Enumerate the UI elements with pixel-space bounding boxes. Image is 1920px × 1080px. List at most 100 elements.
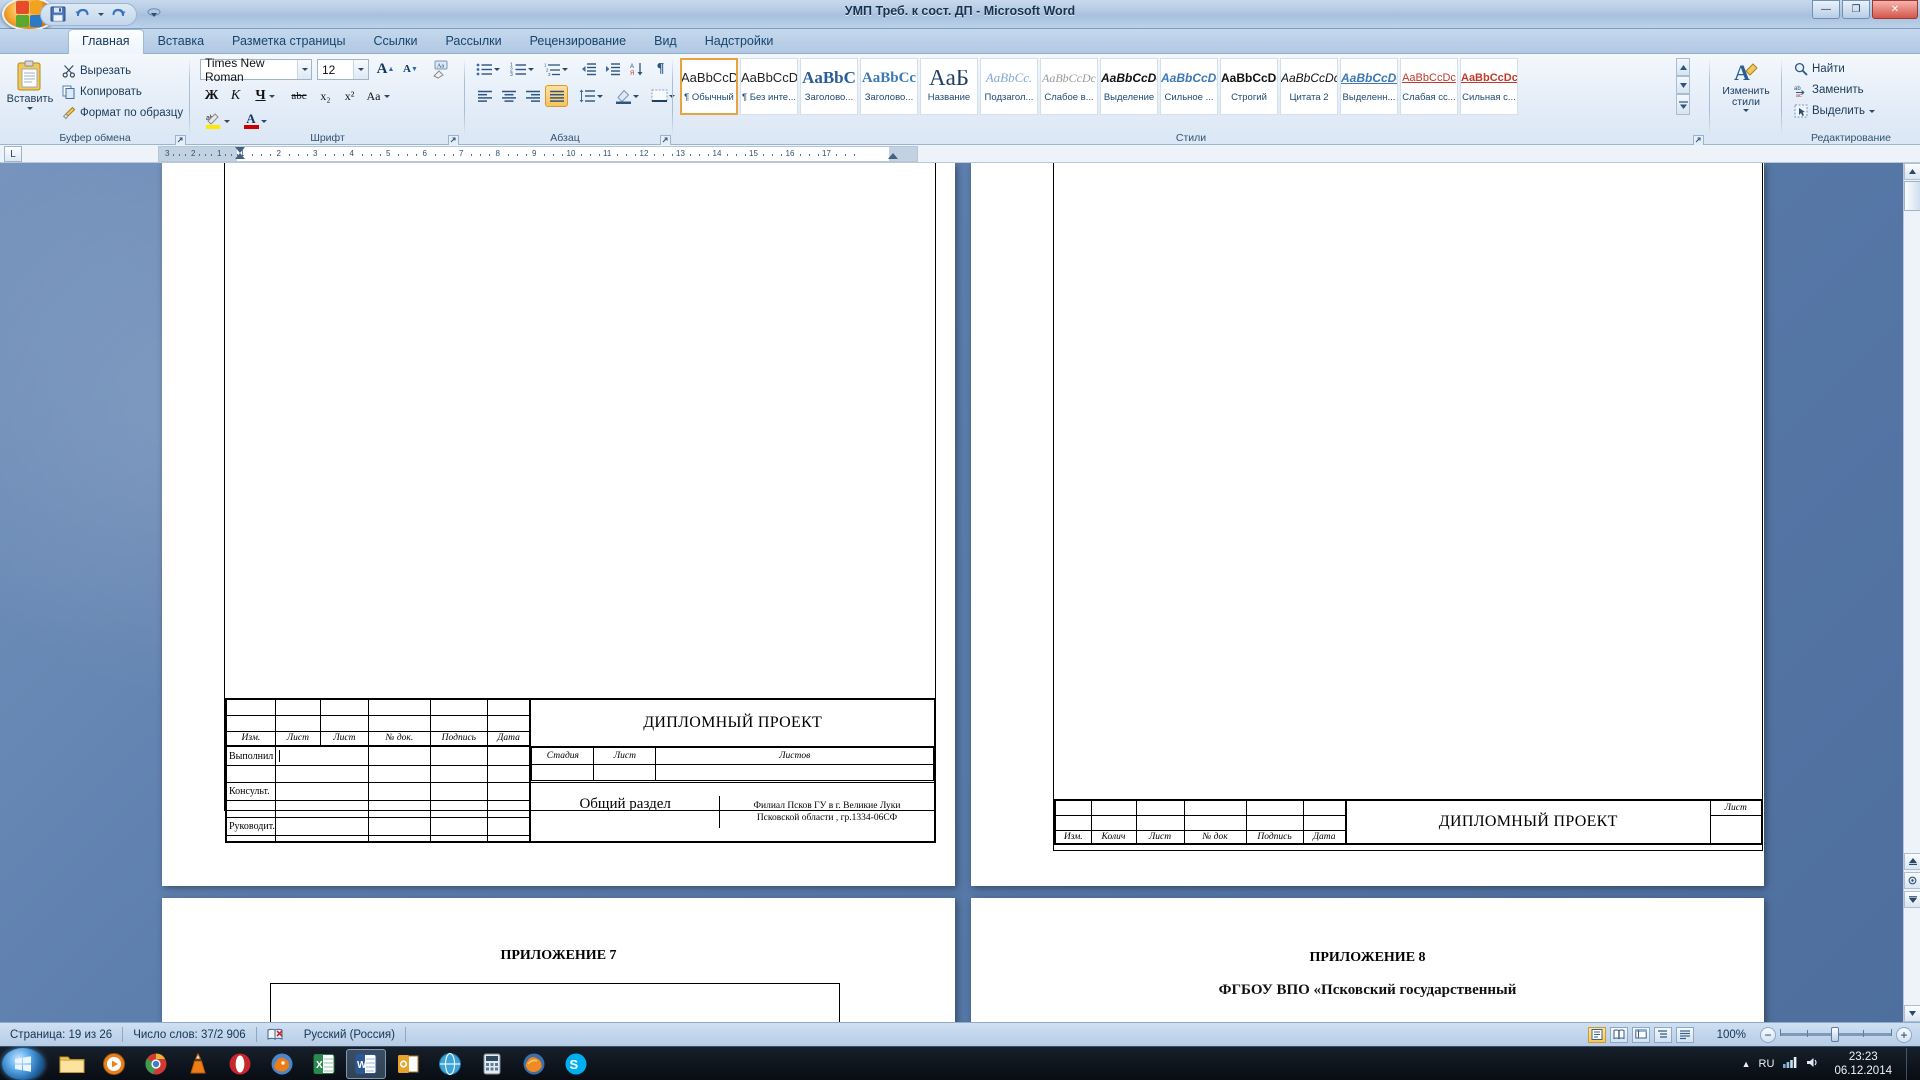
- document-canvas[interactable]: ДИПЛОМНЫЙ ПРОЕКТ Изм. Лист Лист № док. П…: [0, 163, 1920, 1022]
- taskbar-chrome-icon[interactable]: [136, 1049, 176, 1079]
- taskbar-browser-icon[interactable]: [430, 1049, 470, 1079]
- styles-scroll-down-button[interactable]: [1676, 76, 1690, 94]
- network-icon[interactable]: [1782, 1056, 1797, 1072]
- strikethrough-button[interactable]: abc: [286, 85, 312, 107]
- proofing-errors-icon[interactable]: [257, 1023, 294, 1047]
- change-styles-button[interactable]: A Изменить стили: [1716, 58, 1776, 120]
- ribbon-tab-7[interactable]: Надстройки: [691, 29, 788, 54]
- font-name-dropdown-icon[interactable]: [297, 60, 311, 79]
- scroll-up-button[interactable]: [1904, 163, 1920, 180]
- taskbar-media-player-icon[interactable]: [94, 1049, 134, 1079]
- style-gallery-item-2[interactable]: AaBbC Заголово...: [800, 58, 858, 115]
- style-gallery-item-6[interactable]: AaBbCcDc Слабое в...: [1040, 58, 1098, 115]
- zoom-in-button[interactable]: +: [1896, 1026, 1912, 1043]
- increase-indent-button[interactable]: [601, 58, 624, 80]
- italic-button[interactable]: К: [224, 85, 247, 107]
- font-name-input[interactable]: Times New Roman: [200, 56, 312, 84]
- shrink-font-button[interactable]: A ▼: [399, 58, 422, 80]
- taskbar-excel-icon[interactable]: X: [304, 1049, 344, 1079]
- ribbon-tab-3[interactable]: Ссылки: [359, 29, 431, 54]
- taskbar-clock[interactable]: 23:23 06.12.2014: [1828, 1050, 1898, 1078]
- change-case-button[interactable]: Aa: [362, 85, 394, 107]
- clipboard-dialog-launcher[interactable]: [175, 133, 186, 146]
- shading-button[interactable]: [611, 85, 643, 107]
- paragraph-dialog-launcher[interactable]: [660, 133, 671, 146]
- style-gallery-item-9[interactable]: AaBbCcDc Строгий: [1220, 58, 1278, 115]
- zoom-out-button[interactable]: −: [1760, 1026, 1776, 1043]
- style-gallery-item-5[interactable]: AaBbCc. Подзагол...: [980, 58, 1038, 115]
- title-block-left[interactable]: ДИПЛОМНЫЙ ПРОЕКТ Изм. Лист Лист № док. П…: [225, 698, 936, 843]
- scroll-down-button[interactable]: [1904, 1005, 1920, 1022]
- taskbar-vlc-icon[interactable]: [178, 1049, 218, 1079]
- align-right-button[interactable]: [521, 85, 544, 107]
- page-right-2[interactable]: ПРИЛОЖЕНИЕ 8 ФГБОУ ВПО «Псковский госуда…: [971, 898, 1764, 1022]
- ribbon-tab-6[interactable]: Вид: [640, 29, 691, 54]
- zoom-slider[interactable]: [1780, 1027, 1892, 1043]
- style-gallery-item-0[interactable]: AaBbCcDc ¶ Обычный: [680, 58, 738, 115]
- align-justify-button[interactable]: [545, 85, 568, 107]
- select-browse-object-down[interactable]: [1904, 891, 1920, 908]
- copy-button[interactable]: Копировать: [58, 82, 146, 101]
- close-button[interactable]: ✕: [1872, 0, 1918, 19]
- zoom-level[interactable]: 100%: [1712, 1029, 1746, 1041]
- style-gallery-item-8[interactable]: AaBbCcDc Сильное ...: [1160, 58, 1218, 115]
- font-size-dropdown-icon[interactable]: [353, 60, 368, 79]
- style-gallery-item-13[interactable]: AaBbCcDc Сильная с...: [1460, 58, 1518, 115]
- tray-language-indicator[interactable]: RU: [1759, 1058, 1775, 1070]
- style-gallery-item-10[interactable]: AaBbCcDc Цитата 2: [1280, 58, 1338, 115]
- start-button[interactable]: [2, 1047, 44, 1080]
- styles-scroll-up-button[interactable]: [1676, 58, 1690, 76]
- subscript-button[interactable]: x₂: [314, 85, 337, 107]
- style-gallery-item-4[interactable]: AaБ Название: [920, 58, 978, 115]
- show-hidden-icons-button[interactable]: ▲: [1742, 1059, 1751, 1069]
- horizontal-ruler[interactable]: 3 2 1 1 2 3 4 5 6 7 8 9 10 11 12 13 14 15 16 17: [158, 146, 918, 162]
- status-word-count[interactable]: Число слов: 37/2 906: [123, 1023, 256, 1047]
- view-outline-button[interactable]: [1654, 1026, 1672, 1043]
- select-browse-object-button[interactable]: [1904, 872, 1920, 889]
- replace-button[interactable]: ab ac Заменить: [1790, 80, 1868, 100]
- text-highlight-button[interactable]: ab: [200, 110, 234, 132]
- taskbar-firefox-fox-icon[interactable]: [262, 1049, 302, 1079]
- select-browse-object-up[interactable]: [1904, 853, 1920, 870]
- multilevel-list-button[interactable]: 123: [541, 58, 571, 80]
- clear-formatting-button[interactable]: Aa: [428, 58, 454, 80]
- tab-stop-selector[interactable]: L: [4, 146, 22, 162]
- underline-button[interactable]: Ч: [248, 85, 282, 107]
- font-size-input[interactable]: 12: [317, 59, 369, 80]
- taskbar-firefox-icon[interactable]: [514, 1049, 554, 1079]
- view-draft-button[interactable]: [1676, 1026, 1694, 1043]
- show-formatting-marks-button[interactable]: ¶: [649, 58, 672, 80]
- style-gallery-item-7[interactable]: AaBbCcDc Выделение: [1100, 58, 1158, 115]
- ribbon-tab-1[interactable]: Вставка: [144, 29, 218, 54]
- scrollbar-thumb-top[interactable]: [1904, 181, 1920, 211]
- find-button[interactable]: Найти: [1790, 59, 1849, 79]
- taskbar-opera-icon[interactable]: [220, 1049, 260, 1079]
- bullets-button[interactable]: [473, 58, 503, 80]
- view-print-layout-button[interactable]: [1588, 1026, 1606, 1043]
- format-painter-button[interactable]: Формат по образцу: [58, 103, 187, 122]
- taskbar-skype-icon[interactable]: S: [556, 1049, 596, 1079]
- status-language[interactable]: Русский (Россия): [294, 1023, 405, 1047]
- style-gallery-item-1[interactable]: AaBbCcDc ¶ Без инте...: [740, 58, 798, 115]
- right-indent-marker[interactable]: [888, 153, 898, 159]
- grow-font-button[interactable]: A ▲: [374, 58, 397, 80]
- view-web-layout-button[interactable]: [1632, 1026, 1650, 1043]
- numbering-button[interactable]: 123: [507, 58, 537, 80]
- align-center-button[interactable]: [497, 85, 520, 107]
- ribbon-tab-4[interactable]: Рассылки: [431, 29, 515, 54]
- styles-dialog-launcher[interactable]: [1693, 133, 1704, 146]
- ribbon-tab-2[interactable]: Разметка страницы: [218, 29, 359, 54]
- cut-button[interactable]: Вырезать: [58, 61, 135, 80]
- bold-button[interactable]: Ж: [200, 85, 223, 107]
- align-left-button[interactable]: [473, 85, 496, 107]
- view-full-screen-reading-button[interactable]: [1610, 1026, 1628, 1043]
- title-block-right[interactable]: ДИПЛОМНЫЙ ПРОЕКТ Лист Изм. Колич Лист № …: [1054, 799, 1763, 845]
- font-color-button[interactable]: A: [238, 110, 272, 132]
- style-gallery-item-11[interactable]: AaBbCcDc Выделенн...: [1340, 58, 1398, 115]
- style-gallery-item-3[interactable]: AaBbCc Заголово...: [860, 58, 918, 115]
- hanging-indent-marker[interactable]: [235, 153, 245, 159]
- ribbon-tab-0[interactable]: Главная: [68, 29, 144, 54]
- volume-icon[interactable]: [1805, 1056, 1820, 1072]
- page-right[interactable]: ДИПЛОМНЫЙ ПРОЕКТ Лист Изм. Колич Лист № …: [971, 163, 1764, 886]
- select-button[interactable]: Выделить: [1790, 101, 1879, 121]
